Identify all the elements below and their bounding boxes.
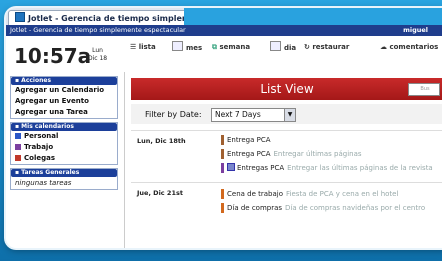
actions-header: ▪ Acciones: [11, 77, 117, 85]
toolbar-list-button[interactable]: ☰ lista: [130, 41, 156, 53]
date-filter-select[interactable]: Next 7 Days ▼: [211, 108, 296, 122]
event-item[interactable]: Día de compras Día de compras navideñas p…: [221, 203, 425, 213]
event-item[interactable]: Entregas PCA Entregar las últimas páginas…: [221, 163, 433, 173]
toolbar-month-button[interactable]: mes: [172, 41, 202, 53]
day-label: Lun, Dic 18th: [137, 137, 186, 145]
event-item[interactable]: Entrega PCA Entregar últimas páginas: [221, 149, 362, 159]
user-name[interactable]: miguel: [403, 25, 428, 36]
chevron-down-icon: ▼: [284, 109, 295, 121]
current-date: Lun Dic 18: [88, 47, 107, 63]
collapse-icon[interactable]: ▪: [15, 169, 19, 176]
add-task-link[interactable]: Agregar una Tarea: [11, 107, 117, 118]
toolbar-week-button[interactable]: ⧉ semana: [212, 41, 250, 53]
event-item[interactable]: Cena de trabajo Fiesta de PCA y cena en e…: [221, 189, 398, 199]
checkbox-icon[interactable]: [227, 163, 235, 171]
calendars-panel: ▪ Mis calendarios Personal Trabajo Coleg…: [10, 122, 118, 165]
day-group: Lun, Dic 18th Entrega PCA Entrega PCA Ent…: [131, 130, 442, 181]
day-group: Jue, Dic 21st Cena de trabajo Fiesta de P…: [131, 182, 442, 223]
sidebar: ▪ Acciones Agregar un Calendario Agregar…: [10, 76, 118, 246]
tasks-panel: ▪ Tareas Generales ningunas tareas: [10, 168, 118, 190]
filter-label: Filter by Date:: [145, 110, 202, 119]
toolbar-comments-button[interactable]: ☁ comentarios: [380, 41, 438, 53]
current-time: 10:57a: [14, 44, 92, 68]
list-icon: ☰: [130, 43, 137, 51]
date-day: Dic 18: [88, 55, 108, 62]
event-item[interactable]: Entrega PCA: [221, 135, 271, 145]
search-input[interactable]: Bus: [408, 83, 440, 96]
calendar-color-swatch: [15, 144, 21, 150]
calendar-color-swatch: [15, 133, 21, 139]
toolbar-refresh-button[interactable]: ↻ restaurar: [304, 41, 349, 53]
add-calendar-link[interactable]: Agregar un Calendario: [11, 85, 117, 96]
collapse-icon[interactable]: ▪: [15, 77, 19, 84]
tabbar-filler: [184, 8, 442, 25]
tasks-header: ▪ Tareas Generales: [11, 169, 117, 177]
view-toolbar: ☰ lista mes ⧉ semana dia ↻ restaurar ☁ c…: [124, 38, 442, 56]
calendar-item-trabajo[interactable]: Trabajo: [11, 142, 117, 153]
day-label: Jue, Dic 21st: [137, 189, 183, 197]
list-view-header: List View Bus: [131, 78, 442, 100]
filter-selected-value: Next 7 Days: [215, 110, 261, 119]
calendar-item-personal[interactable]: Personal: [11, 131, 117, 142]
date-weekday: Lun: [92, 47, 103, 54]
browser-tab[interactable]: Jotlet - Gerencia de tiempo simpleme...: [8, 10, 212, 26]
month-icon: [172, 41, 183, 51]
calendars-header: ▪ Mis calendarios: [11, 123, 117, 131]
tab-title: Jotlet - Gerencia de tiempo simpleme...: [28, 14, 205, 23]
app-titlebar: Jotlet - Gerencia de tiempo simplemente …: [6, 25, 442, 36]
toolbar-day-button[interactable]: dia: [270, 41, 296, 53]
refresh-icon: ↻: [304, 43, 310, 51]
day-icon: [270, 41, 281, 51]
list-view: List View Bus Filter by Date: Next 7 Day…: [124, 72, 442, 248]
tasks-empty-text: ningunas tareas: [15, 179, 72, 187]
calendar-item-colegas[interactable]: Colegas: [11, 153, 117, 164]
week-icon: ⧉: [212, 43, 217, 51]
calendar-color-swatch: [15, 155, 21, 161]
browser-tabbar: Jotlet - Gerencia de tiempo simpleme...: [6, 8, 442, 26]
app-window: Jotlet - Gerencia de tiempo simpleme... …: [6, 8, 442, 248]
filter-bar: Filter by Date: Next 7 Days ▼: [131, 104, 442, 124]
clock: 10:57a Lun Dic 18: [6, 36, 122, 72]
comment-icon: ☁: [380, 43, 387, 51]
collapse-icon[interactable]: ▪: [15, 123, 19, 130]
app-title: Jotlet - Gerencia de tiempo simplemente …: [10, 26, 186, 34]
add-event-link[interactable]: Agregar un Evento: [11, 96, 117, 107]
jotlet-favicon-icon: [15, 12, 25, 22]
page-title: List View: [260, 82, 314, 96]
actions-panel: ▪ Acciones Agregar un Calendario Agregar…: [10, 76, 118, 119]
